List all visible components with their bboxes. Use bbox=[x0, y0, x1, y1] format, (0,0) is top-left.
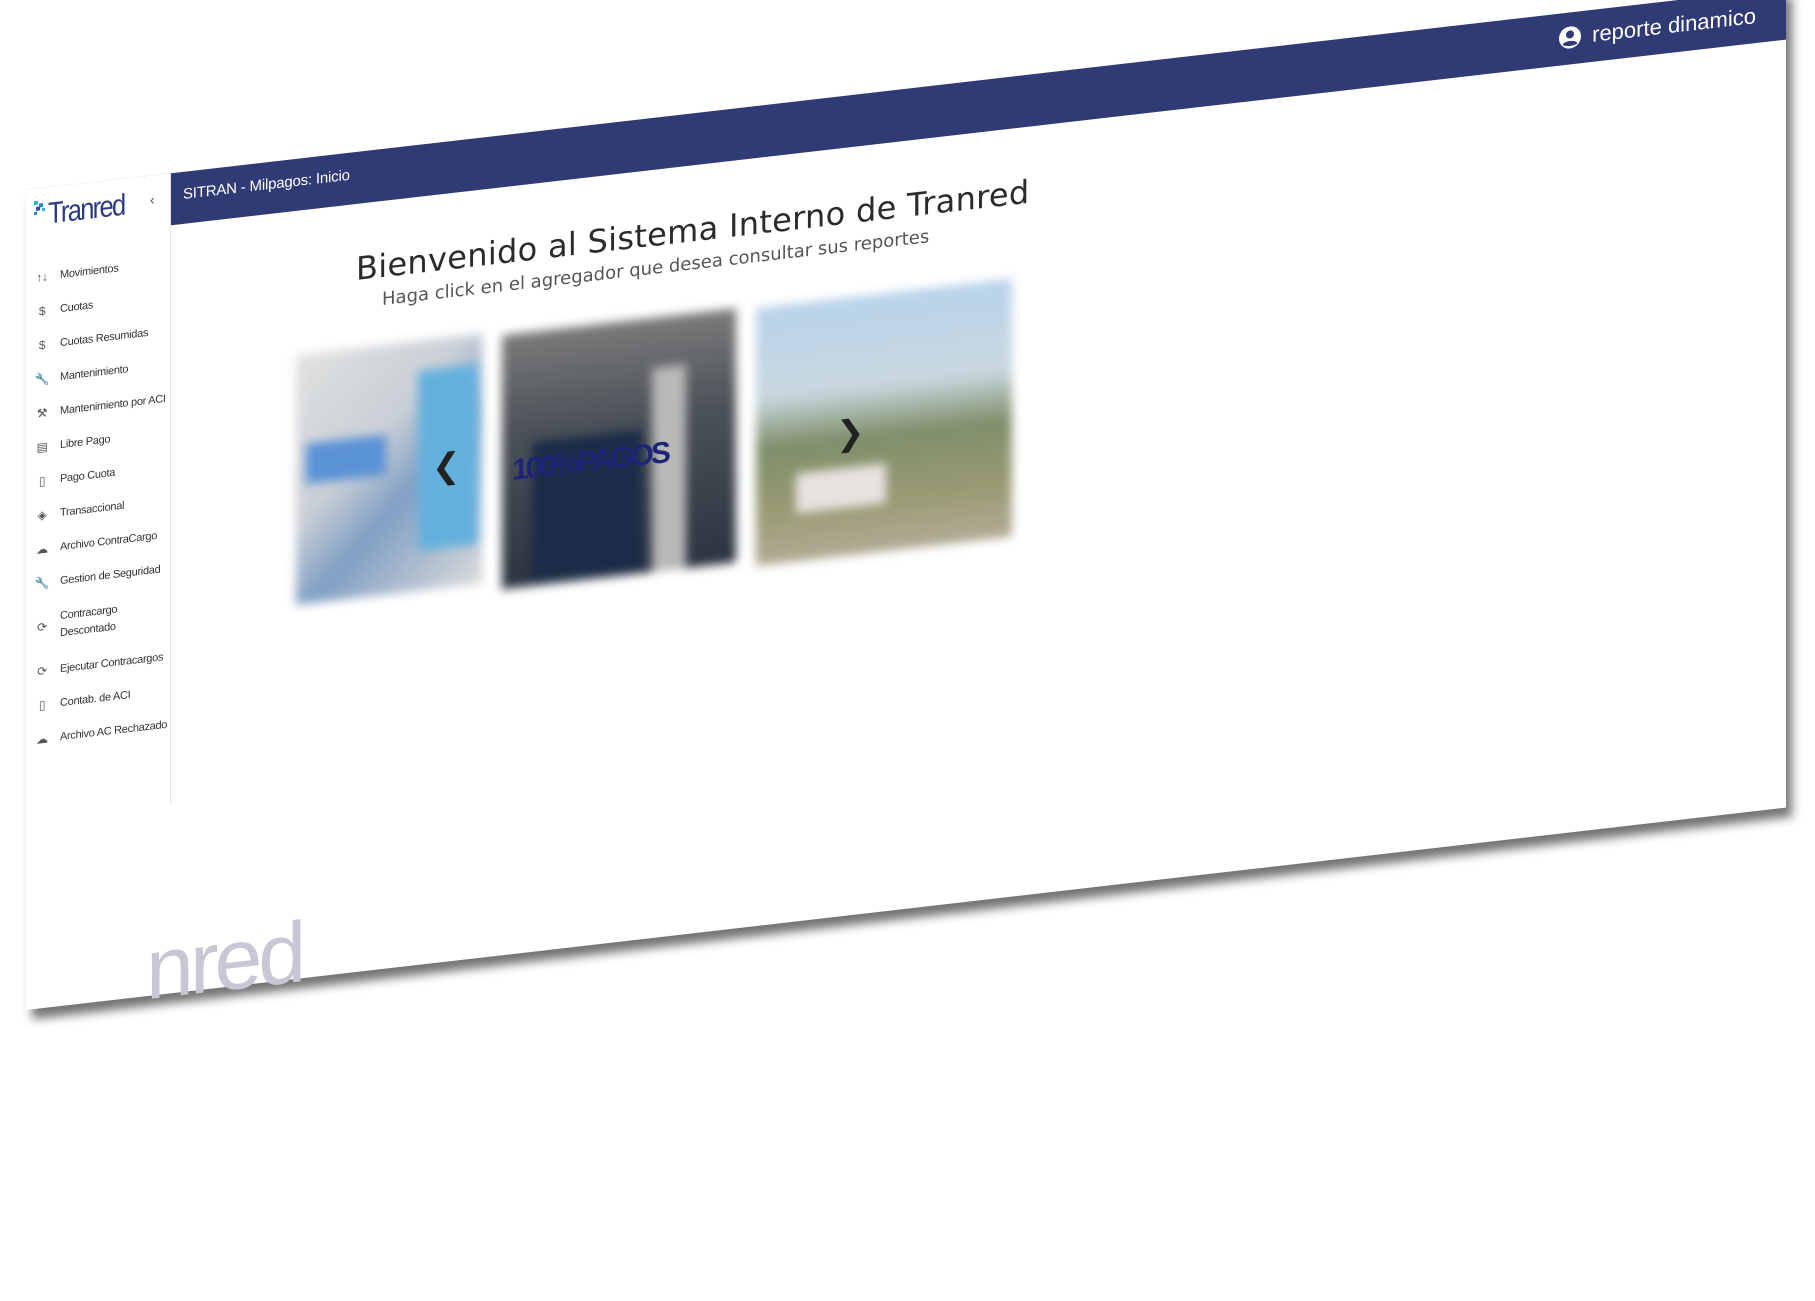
sidebar: Tranred ‹ ↑↓ Movimientos $ Cuotas $ Cuot… bbox=[26, 173, 171, 820]
tranred-logo[interactable]: Tranred bbox=[34, 186, 144, 237]
carousel-next-button[interactable]: ❯ bbox=[836, 412, 865, 455]
sidebar-item-label: Cuotas Resumidas bbox=[60, 326, 149, 349]
hammer-icon: ⚒ bbox=[36, 405, 48, 421]
tranred-watermark: nred bbox=[146, 904, 303, 1019]
receipt-icon: ▯ bbox=[38, 473, 46, 489]
page-title: SITRAN - Milpagos: Inicio bbox=[183, 166, 350, 203]
stage: SITRAN - Milpagos: Inicio reporte dinami… bbox=[0, 0, 1815, 1301]
sidebar-nav: ↑↓ Movimientos $ Cuotas $ Cuotas Resumid… bbox=[26, 245, 170, 758]
cloud-upload-icon: ☁ bbox=[36, 731, 48, 747]
user-menu[interactable]: reporte dinamico bbox=[1558, 3, 1756, 52]
refresh-dollar-icon: ⟳ bbox=[37, 663, 47, 679]
sidebar-item-label: Archivo AC Rechazado bbox=[60, 718, 168, 743]
app-window: SITRAN - Milpagos: Inicio reporte dinami… bbox=[26, 0, 1786, 1018]
dollar-icon: $ bbox=[38, 337, 46, 353]
sidebar-item-label: Mantenimiento por ACI bbox=[60, 392, 166, 417]
file-dollar-icon: ▯ bbox=[38, 697, 46, 713]
sidebar-item-label: Movimientos bbox=[60, 261, 119, 281]
diamond-icon: ◈ bbox=[37, 507, 47, 523]
sidebar-item-label: Ejecutar Contracargos bbox=[60, 650, 164, 675]
logo-wordmark: Tranred bbox=[48, 188, 125, 231]
user-account-icon[interactable] bbox=[1558, 24, 1582, 51]
carousel-prev-button[interactable]: ❮ bbox=[432, 445, 461, 488]
aggregator-carousel: 100%PAGOS ❮ ❯ bbox=[296, 256, 1016, 619]
sidebar-item-label: Archivo ContraCargo bbox=[60, 529, 158, 553]
sidebar-item-label: Transaccional bbox=[60, 499, 125, 519]
logo-pixels-icon bbox=[34, 200, 45, 216]
document-icon: ▤ bbox=[36, 439, 48, 455]
sidebar-item-label: Libre Pago bbox=[60, 432, 111, 451]
refresh-dollar-icon: ⟳ bbox=[37, 619, 47, 635]
slide-graphic bbox=[306, 434, 386, 484]
sidebar-item-label: Gestion de Seguridad bbox=[60, 563, 161, 587]
sort-arrows-icon: ↑↓ bbox=[36, 269, 48, 285]
slide-graphic bbox=[796, 463, 886, 514]
sidebar-item-label: Cuotas bbox=[60, 298, 94, 315]
collapse-sidebar-icon[interactable]: ‹ bbox=[150, 191, 155, 208]
cloud-upload-icon: ☁ bbox=[36, 541, 48, 557]
sidebar-item-label: Mantenimiento bbox=[60, 362, 129, 383]
sidebar-item-label: Pago Cuota bbox=[60, 466, 116, 485]
user-name[interactable]: reporte dinamico bbox=[1592, 3, 1756, 48]
dollar-icon: $ bbox=[38, 303, 46, 319]
wrench-icon: 🔧 bbox=[34, 575, 50, 592]
sidebar-item-label: Contab. de ACI bbox=[60, 688, 131, 709]
carousel-slide-tranred[interactable] bbox=[756, 278, 1012, 567]
wrench-icon: 🔧 bbox=[34, 371, 50, 388]
sidebar-item-label: Contracargo Descontado bbox=[60, 603, 118, 640]
